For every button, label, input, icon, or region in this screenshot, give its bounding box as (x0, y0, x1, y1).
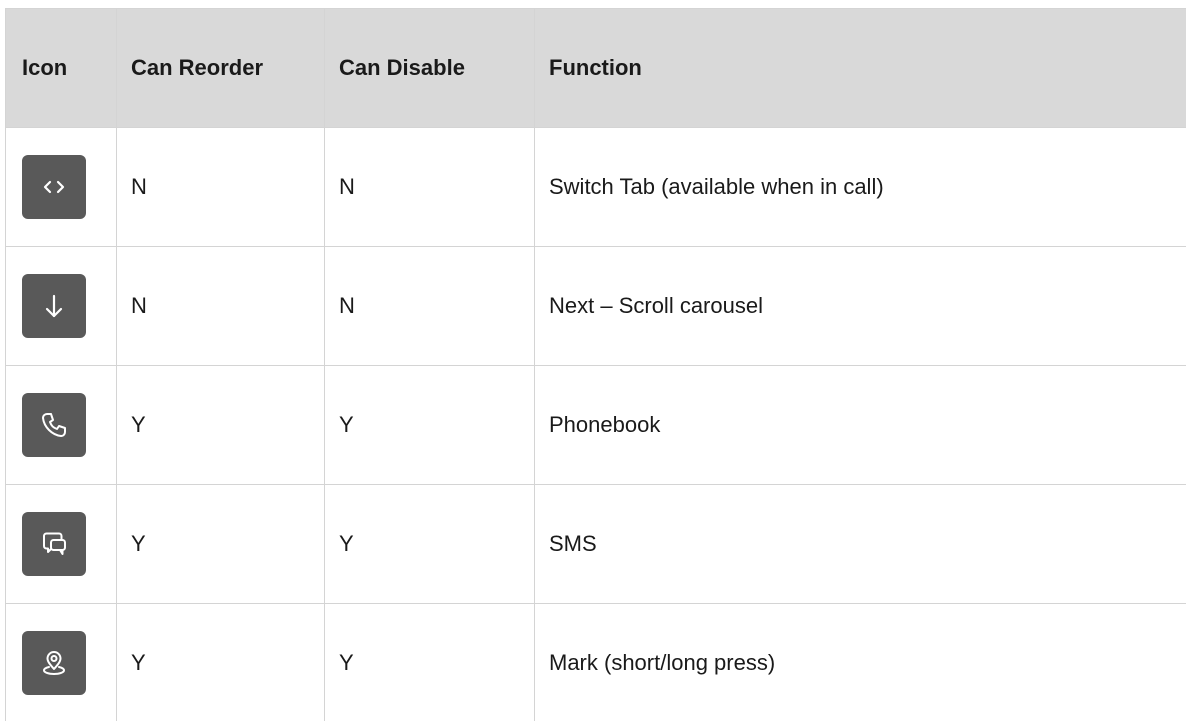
table-row: Y Y Mark (short/long press) (5, 604, 1186, 721)
can-reorder-value: Y (116, 366, 324, 484)
icon-cell (5, 128, 116, 246)
table-row: Y Y Phonebook (5, 366, 1186, 485)
code-brackets-icon (22, 155, 86, 219)
header-can-reorder: Can Reorder (116, 9, 324, 127)
icon-cell (5, 247, 116, 365)
can-reorder-value: Y (116, 485, 324, 603)
header-icon: Icon (5, 9, 116, 127)
can-disable-value: N (324, 247, 534, 365)
table-row: Y Y SMS (5, 485, 1186, 604)
function-value: SMS (534, 485, 1186, 603)
function-value: Switch Tab (available when in call) (534, 128, 1186, 246)
can-reorder-value: N (116, 247, 324, 365)
table-row: N N Next – Scroll carousel (5, 247, 1186, 366)
map-pin-icon (22, 630, 86, 695)
can-reorder-value: N (116, 128, 324, 246)
can-disable-value: Y (324, 604, 534, 721)
phone-icon (22, 393, 86, 457)
icon-cell (5, 366, 116, 484)
icon-cell (5, 604, 116, 721)
function-value: Phonebook (534, 366, 1186, 484)
can-disable-value: Y (324, 485, 534, 603)
feature-table: Icon Can Reorder Can Disable Function N … (5, 8, 1186, 721)
header-can-disable: Can Disable (324, 9, 534, 127)
table-header-row: Icon Can Reorder Can Disable Function (5, 8, 1186, 128)
chat-bubbles-icon (22, 512, 86, 576)
function-value: Next – Scroll carousel (534, 247, 1186, 365)
arrow-down-icon (22, 274, 86, 338)
header-function: Function (534, 9, 1186, 127)
can-reorder-value: Y (116, 604, 324, 721)
function-value: Mark (short/long press) (534, 604, 1186, 721)
icon-cell (5, 485, 116, 603)
table-row: N N Switch Tab (available when in call) (5, 128, 1186, 247)
can-disable-value: N (324, 128, 534, 246)
can-disable-value: Y (324, 366, 534, 484)
